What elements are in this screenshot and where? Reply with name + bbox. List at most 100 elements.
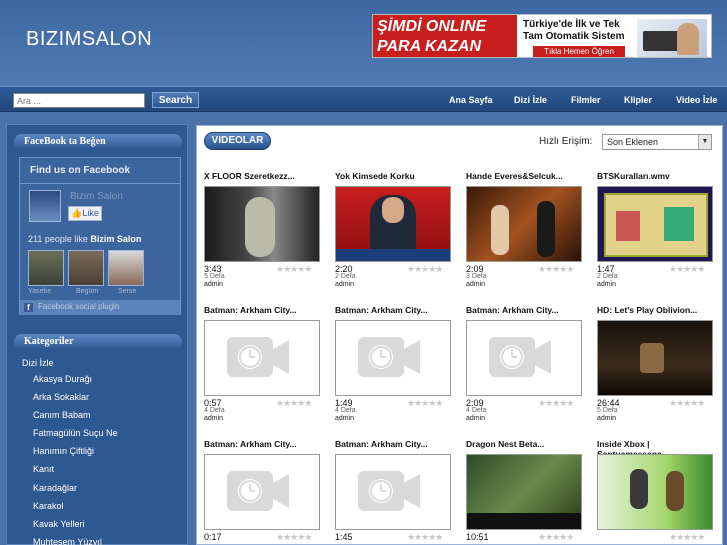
thumbnail-scene	[664, 207, 694, 241]
fb-face-name-2[interactable]: Begüm	[76, 288, 98, 295]
category-item[interactable]: Canım Babam	[22, 410, 182, 428]
video-thumbnail[interactable]	[597, 320, 713, 396]
category-item[interactable]: Akasya Durağı	[22, 374, 182, 392]
video-title[interactable]: BTSKuralları.wmv	[597, 171, 721, 181]
video-thumbnail[interactable]	[466, 454, 582, 530]
video-thumbnail[interactable]	[597, 454, 713, 530]
fb-page-avatar[interactable]	[29, 190, 61, 222]
fb-count-page[interactable]: Bizim Salon	[90, 234, 141, 244]
video-title[interactable]: Yok Kimsede Korku	[335, 171, 459, 181]
category-item[interactable]: Karadağlar	[22, 483, 182, 501]
video-thumbnail[interactable]	[466, 186, 582, 262]
banner-cta[interactable]: Tıkla Hemen Öğren	[533, 46, 625, 57]
fb-page-name[interactable]: Bizim Salon	[70, 191, 123, 202]
video-card[interactable]: Dragon Nest Beta... 10:51 ★★★★★	[466, 439, 586, 545]
video-card[interactable]: Batman: Arkham City... 1:49 ★★★★★ 4 Defa adm…	[335, 305, 455, 431]
rating-stars-icon[interactable]: ★★★★★	[669, 264, 705, 275]
category-item[interactable]: Karakol	[22, 501, 182, 519]
category-item[interactable]: Arka Sokaklar	[22, 392, 182, 410]
rating-stars-icon[interactable]: ★★★★★	[407, 264, 443, 275]
rating-stars-icon[interactable]: ★★★★★	[407, 398, 443, 409]
category-item[interactable]: Muhteşem Yüzyıl	[22, 537, 182, 545]
fb-footer[interactable]: f Facebook social plugin	[20, 300, 180, 315]
video-author[interactable]: admin	[466, 415, 485, 422]
rating-stars-icon[interactable]: ★★★★★	[538, 264, 574, 275]
video-duration: 1:45	[335, 532, 353, 542]
nav-series[interactable]: Dizi İzle	[514, 95, 547, 105]
video-thumbnail[interactable]	[204, 320, 320, 396]
video-card[interactable]: Yok Kimsede Korku 2:20 ★★★★★ 2 Defa admin	[335, 171, 455, 297]
rating-stars-icon[interactable]: ★★★★★	[407, 532, 443, 543]
nav-clips[interactable]: Klipler	[624, 95, 652, 105]
rating-stars-icon[interactable]: ★★★★★	[276, 398, 312, 409]
video-title[interactable]: Batman: Arkham City...	[335, 439, 459, 449]
fb-box-title[interactable]: Find us on Facebook	[20, 158, 180, 184]
video-title[interactable]: Hande Everes&Selcuk...	[466, 171, 590, 181]
category-root[interactable]: Dizi İzle	[22, 358, 182, 368]
video-thumbnail[interactable]	[466, 320, 582, 396]
video-duration: 0:17	[204, 532, 222, 542]
nav-home[interactable]: Ana Sayfa	[449, 95, 493, 105]
rating-stars-icon[interactable]: ★★★★★	[276, 264, 312, 275]
category-item[interactable]: Hanımın Çiftliği	[22, 446, 182, 464]
video-title[interactable]: Batman: Arkham City...	[466, 305, 590, 315]
search-input[interactable]	[13, 93, 145, 108]
video-card[interactable]: Batman: Arkham City... 1:45 ★★★★★	[335, 439, 455, 545]
video-author[interactable]: admin	[335, 415, 354, 422]
video-author[interactable]: admin	[597, 415, 616, 422]
video-title[interactable]: Batman: Arkham City...	[204, 439, 328, 449]
rating-stars-icon[interactable]: ★★★★★	[669, 398, 705, 409]
fb-face-name-1[interactable]: Yasebe	[28, 288, 51, 295]
video-title[interactable]: X FLOOR Szeretkezz...	[204, 171, 328, 181]
videos-tab[interactable]: VIDEOLAR	[204, 132, 271, 150]
fb-like-button[interactable]: 👍Like	[68, 206, 102, 221]
fb-face-3[interactable]	[108, 250, 144, 286]
video-thumbnail[interactable]	[335, 186, 451, 262]
video-card[interactable]: Hande Everes&Selcuk... 2:09 ★★★★★ 3 Defa adm…	[466, 171, 586, 297]
video-views: 5 Defa	[597, 407, 618, 414]
category-item[interactable]: Kanıt	[22, 464, 182, 482]
chevron-down-icon[interactable]: ▼	[698, 135, 711, 149]
rating-stars-icon[interactable]: ★★★★★	[538, 398, 574, 409]
video-thumbnail[interactable]	[204, 186, 320, 262]
video-card[interactable]: HD: Let's Play Oblivion... 26:44 ★★★★★ 5 De…	[597, 305, 717, 431]
video-thumbnail[interactable]	[204, 454, 320, 530]
video-card[interactable]: Batman: Arkham City... 2:09 ★★★★★ 4 Defa adm…	[466, 305, 586, 431]
fb-face-name-3[interactable]: Serse	[118, 288, 136, 295]
video-card[interactable]: Inside Xbox | Sentuamessage...★★★★★	[597, 439, 717, 545]
video-author[interactable]: admin	[466, 281, 485, 288]
video-author[interactable]: admin	[335, 281, 354, 288]
video-views: 4 Defa	[466, 407, 487, 414]
site-logo[interactable]: BIZIMSALON	[26, 28, 152, 51]
fb-face-1[interactable]	[28, 250, 64, 286]
video-card[interactable]: BTSKuralları.wmv 1:47 ★★★★★ 2 Defa admin	[597, 171, 717, 297]
thumbnail-scene	[537, 201, 555, 257]
video-title[interactable]: HD: Let's Play Oblivion...	[597, 305, 721, 315]
rating-stars-icon[interactable]: ★★★★★	[669, 532, 705, 543]
nav-movies[interactable]: Filmler	[571, 95, 601, 105]
video-thumbnail[interactable]	[597, 186, 713, 262]
video-thumbnail[interactable]	[335, 320, 451, 396]
video-thumbnail[interactable]	[335, 454, 451, 530]
fb-count-text: 211 people like	[28, 234, 88, 244]
video-views: 2 Defa	[335, 273, 356, 280]
video-author[interactable]: admin	[597, 281, 616, 288]
video-card[interactable]: Batman: Arkham City... 0:17 ★★★★★	[204, 439, 324, 545]
video-card[interactable]: Batman: Arkham City... 0:57 ★★★★★ 4 Defa adm…	[204, 305, 324, 431]
video-author[interactable]: admin	[204, 281, 223, 288]
nav-videos[interactable]: Video İzle	[676, 95, 717, 105]
category-item[interactable]: Kavak Yelleri	[22, 519, 182, 537]
video-author[interactable]: admin	[204, 415, 223, 422]
video-title[interactable]: Dragon Nest Beta...	[466, 439, 590, 449]
video-card[interactable]: X FLOOR Szeretkezz... 3:43 ★★★★★ 5 Defa admi…	[204, 171, 324, 297]
category-item[interactable]: Fatmagülün Suçu Ne	[22, 428, 182, 446]
video-title[interactable]: Batman: Arkham City...	[335, 305, 459, 315]
thumbnail-scene	[245, 197, 275, 257]
fb-face-2[interactable]	[68, 250, 104, 286]
rating-stars-icon[interactable]: ★★★★★	[538, 532, 574, 543]
search-button[interactable]: Search	[152, 92, 199, 108]
rating-stars-icon[interactable]: ★★★★★	[276, 532, 312, 543]
quick-access-select[interactable]: Son Eklenen ▼	[602, 134, 712, 150]
video-title[interactable]: Batman: Arkham City...	[204, 305, 328, 315]
ad-banner[interactable]: ŞİMDİ ONLINE PARA KAZAN Türkiye'de İlk v…	[372, 14, 712, 58]
